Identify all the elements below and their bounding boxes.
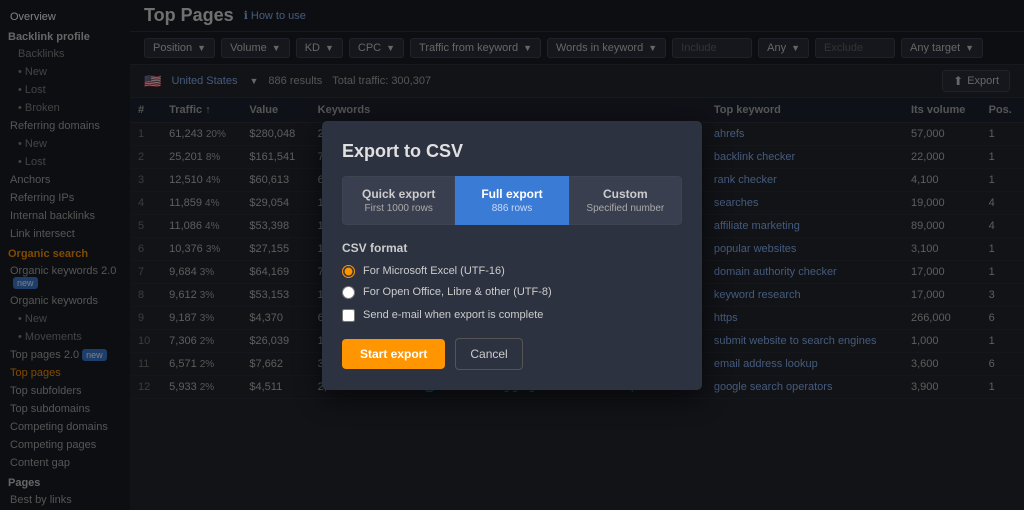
send-email-checkbox[interactable]: Send e-mail when export is complete: [342, 309, 682, 322]
radio-openoffice[interactable]: For Open Office, Libre & other (UTF-8): [342, 286, 682, 299]
export-modal: Export to CSV Quick export First 1000 ro…: [322, 121, 702, 390]
modal-actions: Start export Cancel: [342, 338, 682, 370]
radio-openoffice-input[interactable]: [342, 286, 355, 299]
custom-export-sub: Specified number: [582, 203, 669, 214]
export-options: Quick export First 1000 rows Full export…: [342, 176, 682, 225]
quick-export-label: Quick export: [355, 187, 442, 201]
radio-excel-label: For Microsoft Excel (UTF-16): [363, 265, 505, 277]
full-export-sub: 886 rows: [468, 203, 555, 214]
start-export-button[interactable]: Start export: [342, 339, 445, 369]
full-export-option[interactable]: Full export 886 rows: [455, 176, 568, 225]
radio-excel-input[interactable]: [342, 265, 355, 278]
modal-overlay[interactable]: Export to CSV Quick export First 1000 ro…: [0, 0, 1024, 510]
cancel-button[interactable]: Cancel: [455, 338, 522, 370]
radio-openoffice-label: For Open Office, Libre & other (UTF-8): [363, 286, 552, 298]
modal-title: Export to CSV: [342, 141, 682, 162]
csv-format-label: CSV format: [342, 241, 682, 255]
custom-export-label: Custom: [582, 187, 669, 201]
quick-export-sub: First 1000 rows: [355, 203, 442, 214]
send-email-input[interactable]: [342, 309, 355, 322]
quick-export-option[interactable]: Quick export First 1000 rows: [342, 176, 455, 225]
radio-group: For Microsoft Excel (UTF-16) For Open Of…: [342, 265, 682, 299]
radio-excel[interactable]: For Microsoft Excel (UTF-16): [342, 265, 682, 278]
send-email-label: Send e-mail when export is complete: [363, 309, 543, 321]
custom-export-option[interactable]: Custom Specified number: [569, 176, 682, 225]
full-export-label: Full export: [468, 187, 555, 201]
